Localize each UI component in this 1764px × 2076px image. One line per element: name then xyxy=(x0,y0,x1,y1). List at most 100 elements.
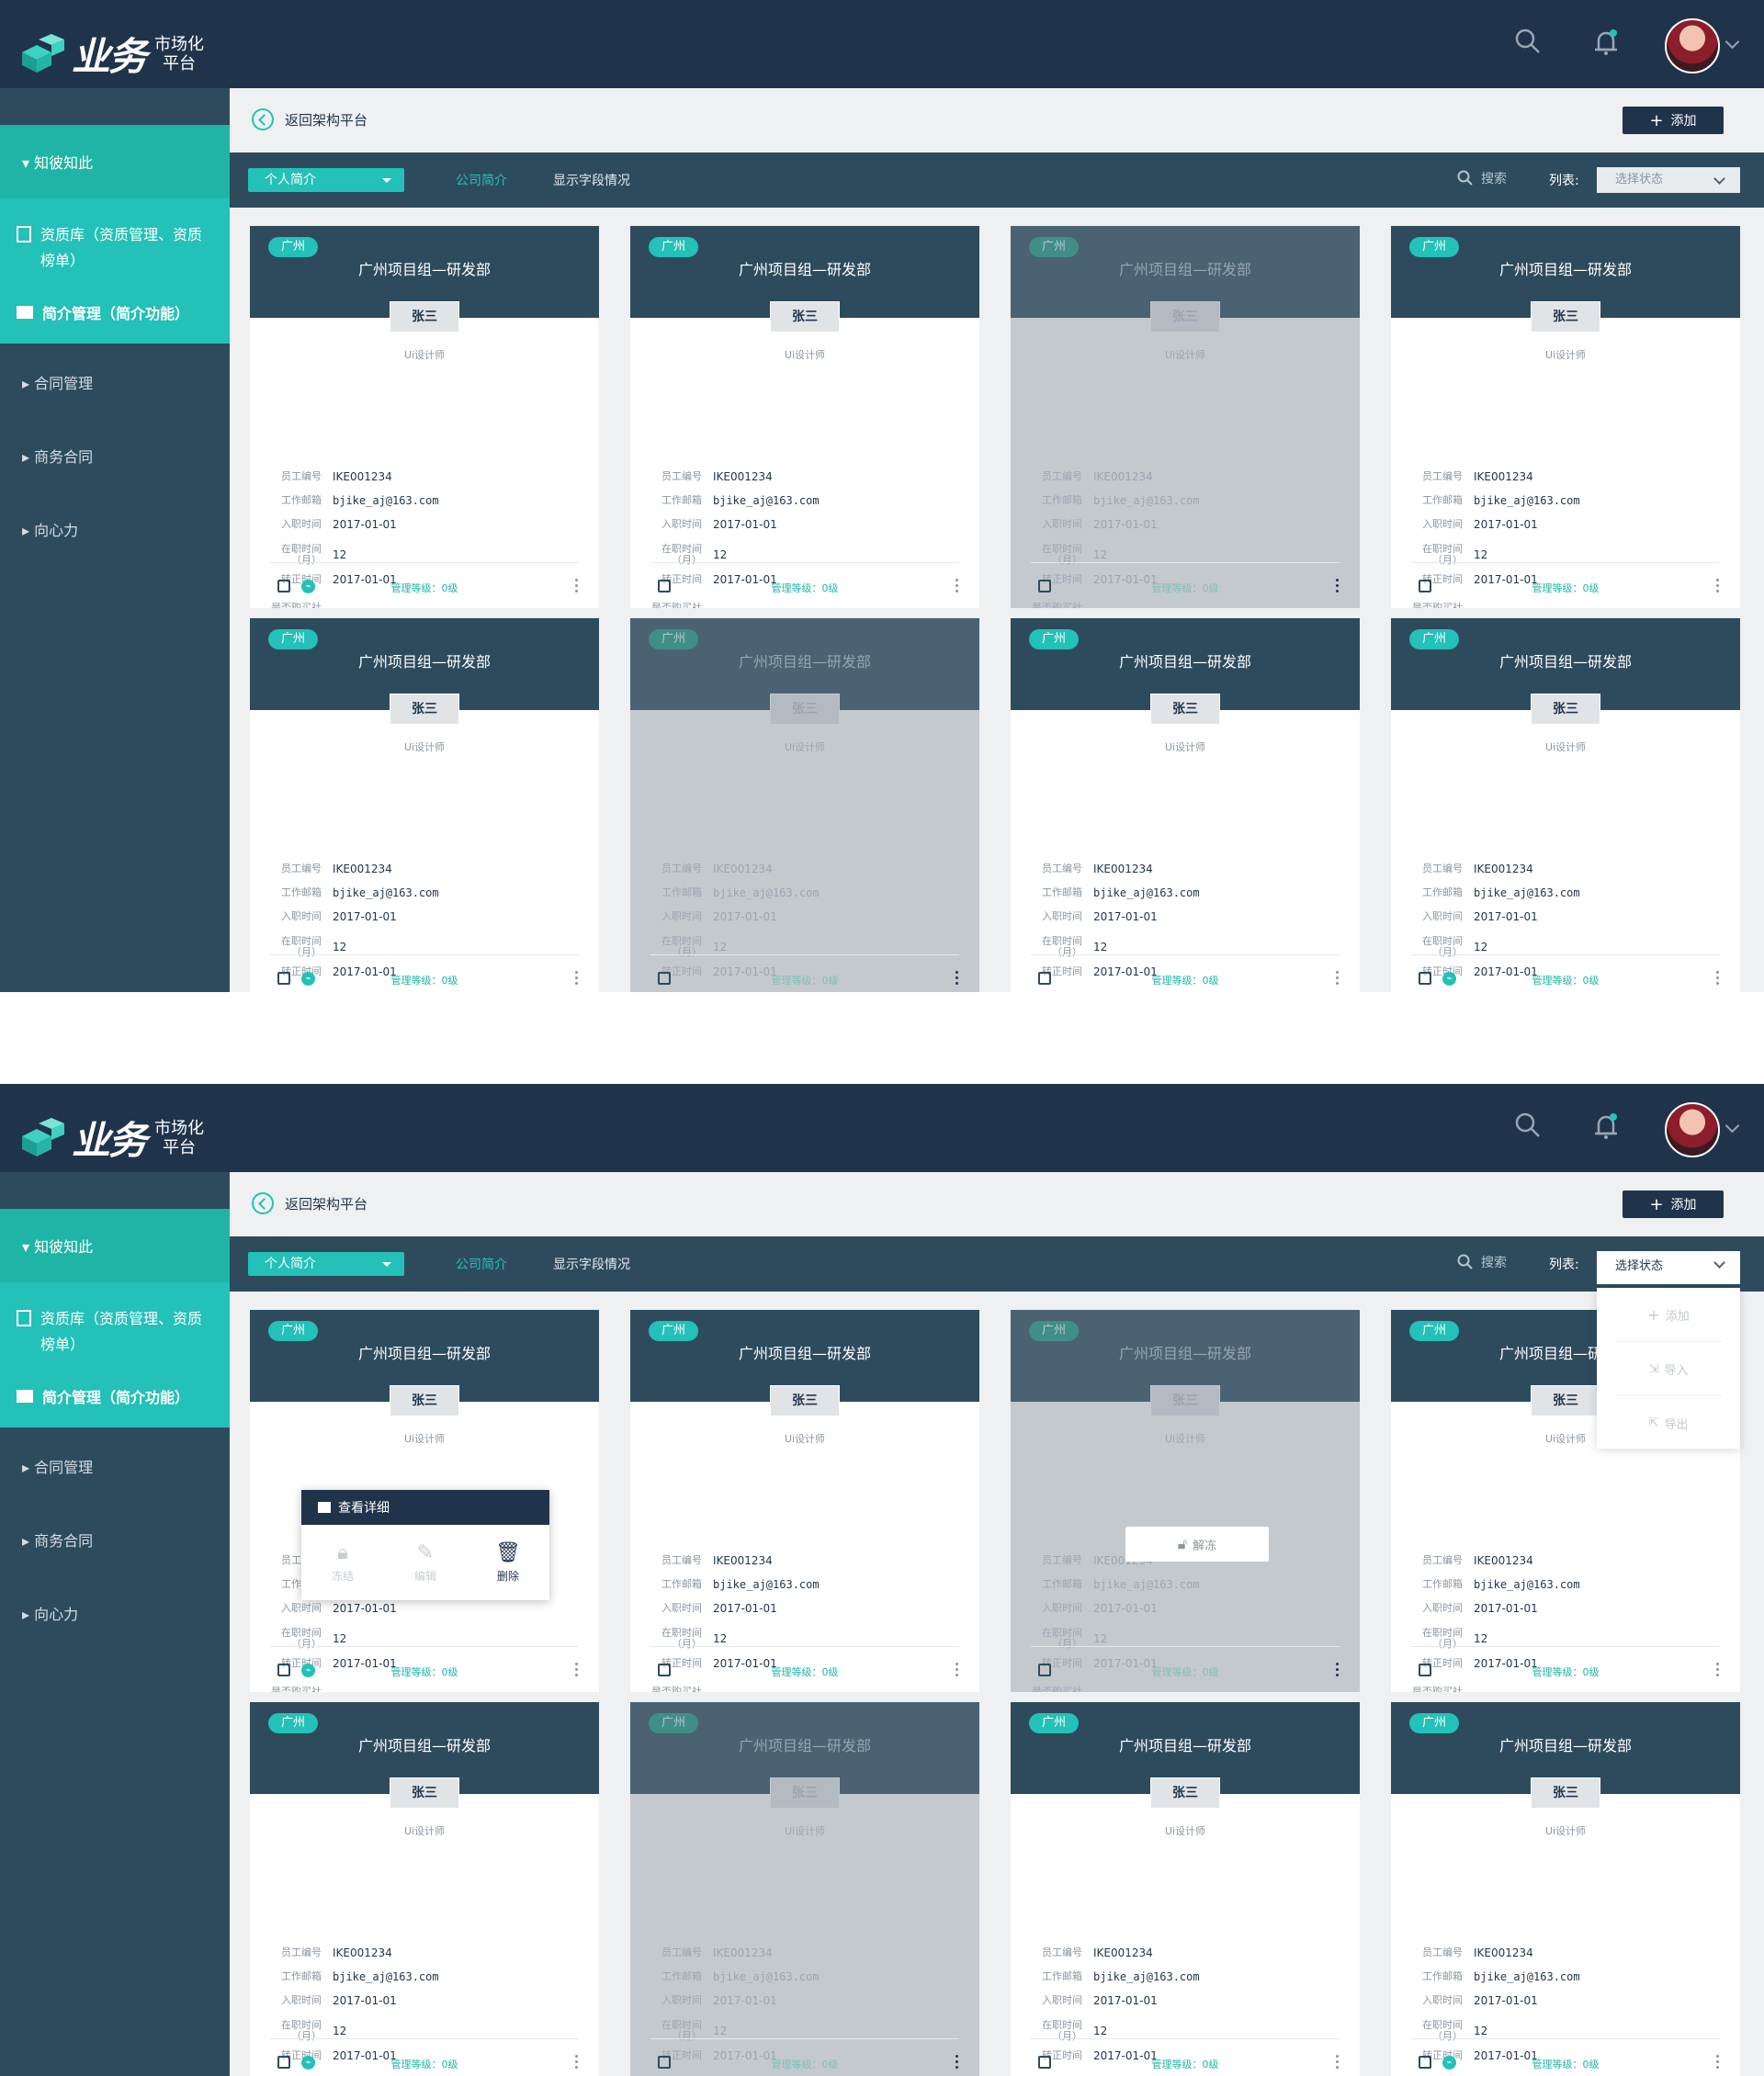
more-icon[interactable] xyxy=(575,1663,579,1679)
employee-card[interactable]: 广州广州项目组—研发部张三Ui设计师员工编号IKE001234工作邮箱bjike… xyxy=(1011,1702,1360,2076)
unfreeze-button[interactable]: 🔓︎ 解冻 xyxy=(1125,1527,1269,1562)
field-value: IKE001234 xyxy=(1093,863,1153,875)
employee-card[interactable]: 广州广州项目组—研发部张三Ui设计师员工编号IKE001234工作邮箱bjike… xyxy=(630,618,979,992)
import-icon: ⇲ xyxy=(1648,1361,1659,1376)
chevron-down-icon[interactable] xyxy=(1724,1118,1740,1134)
more-icon[interactable] xyxy=(1716,579,1720,595)
field-value: IKE001234 xyxy=(1474,863,1533,875)
employee-name: 张三 xyxy=(1150,301,1220,333)
employee-card[interactable]: 广州广州项目组—研发部张三Ui设计师员工编号IKE001234工作邮箱bjike… xyxy=(250,226,599,608)
field-value: bjike_aj@163.com xyxy=(713,1970,820,1983)
search-icon[interactable] xyxy=(1514,28,1542,55)
employee-name: 张三 xyxy=(1531,301,1600,333)
avatar[interactable] xyxy=(1665,18,1720,73)
employee-card[interactable]: 广州广州项目组—研发部张三Ui设计师员工编号IKE001234工作邮箱bjike… xyxy=(1011,226,1360,608)
search-button[interactable]: 搜索 xyxy=(1457,1253,1507,1271)
field-label: 入职时间 xyxy=(1042,1602,1082,1614)
add-button[interactable]: + 添加 xyxy=(1623,107,1724,134)
manage-level: 管理等级：0级 xyxy=(1532,1666,1600,1678)
employee-card[interactable]: 广州广州项目组—研发部张三Ui设计师员工编号IKE001234工作邮箱bjike… xyxy=(1391,226,1740,608)
more-icon[interactable] xyxy=(956,2055,959,2071)
field-row: 员工编号 IKE001234 xyxy=(650,1946,773,1959)
profile-type-select[interactable]: 个人简介 xyxy=(248,168,404,192)
more-icon[interactable] xyxy=(575,971,579,987)
field-row: 员工编号 IKE001234 xyxy=(1411,1554,1533,1567)
bell-icon[interactable] xyxy=(1592,28,1620,57)
sidebar-item-contract[interactable]: ▸ 合同管理 xyxy=(0,1455,230,1477)
more-icon[interactable] xyxy=(1716,971,1720,987)
dropdown-item-import[interactable]: ⇲ 导入 xyxy=(1615,1342,1722,1396)
avatar[interactable] xyxy=(1665,1102,1720,1157)
sidebar-item-business[interactable]: ▸ 商务合同 xyxy=(0,1529,230,1551)
field-value: 12 xyxy=(333,1632,347,1645)
sidebar-item-qualification[interactable]: 资质库（资质管理、资质 榜单） xyxy=(17,222,202,274)
field-value: 2017-01-01 xyxy=(333,910,397,923)
sidebar-item-zhibi[interactable]: ▾ 知彼知此 xyxy=(0,1209,230,1282)
employee-card[interactable]: 广州广州项目组—研发部张三Ui设计师员工编号IKE001234工作邮箱bjike… xyxy=(630,1702,979,2076)
brand-subtitle: 市场化 平台 xyxy=(154,1119,204,1157)
more-icon[interactable] xyxy=(575,579,579,595)
delete-button[interactable]: 🗑︎ 删除 xyxy=(467,1541,549,1584)
profile-type-select[interactable]: 个人简介 xyxy=(248,1252,404,1276)
employee-card[interactable]: 广州广州项目组—研发部张三Ui设计师员工编号IKE001234工作邮箱bjike… xyxy=(1391,618,1740,992)
employee-card[interactable]: 广州广州项目组—研发部张三Ui设计师员工编号IKE001234工作邮箱bjike… xyxy=(1391,1702,1740,2076)
tab-company[interactable]: 公司简介 xyxy=(456,1255,507,1273)
tab-fields[interactable]: 显示字段情况 xyxy=(553,171,630,189)
sidebar-item-profile[interactable]: 简介管理（简介功能） xyxy=(17,1385,189,1407)
manage-level: 管理等级：0级 xyxy=(771,1666,839,1678)
more-icon[interactable] xyxy=(1336,2055,1340,2071)
field-row: 是否购买社保 32 xyxy=(270,602,346,609)
employee-name: 张三 xyxy=(770,1385,840,1416)
sidebar-item-qualification[interactable]: 资质库（资质管理、资质 榜单） xyxy=(17,1306,202,1358)
employee-card[interactable]: 广州广州项目组—研发部张三Ui设计师员工编号IKE001234工作邮箱bjike… xyxy=(250,618,599,992)
employee-card[interactable]: 广州广州项目组—研发部张三Ui设计师员工编号IKE001234工作邮箱bjike… xyxy=(1011,1310,1360,1692)
search-icon[interactable] xyxy=(1514,1111,1542,1139)
back-button[interactable]: 返回架构平台 xyxy=(252,108,368,130)
employee-card[interactable]: 广州广州项目组—研发部张三Ui设计师员工编号IKE001234工作邮箱bjike… xyxy=(250,1702,599,2076)
field-value: IKE001234 xyxy=(1474,470,1533,483)
field-value: 32 xyxy=(333,607,346,608)
dropdown-item-add[interactable]: + 添加 xyxy=(1615,1288,1722,1342)
freeze-button[interactable]: 🔒︎ 冻结 xyxy=(301,1541,384,1584)
sidebar-item-business[interactable]: ▸ 商务合同 xyxy=(0,445,230,467)
employee-role: Ui设计师 xyxy=(784,1433,826,1445)
field-value: IKE001234 xyxy=(1474,1554,1533,1567)
dropdown-item-export[interactable]: ⇱ 导出 xyxy=(1615,1396,1722,1450)
bell-icon[interactable] xyxy=(1592,1111,1620,1141)
more-icon[interactable] xyxy=(956,579,959,595)
sidebar-item-zhibi[interactable]: ▾ 知彼知此 xyxy=(0,125,230,198)
more-icon[interactable] xyxy=(575,2055,579,2071)
field-label: 是否购买社保 xyxy=(271,602,322,609)
status-select[interactable]: 选择状态 xyxy=(1597,167,1740,193)
search-icon xyxy=(1457,1254,1473,1269)
more-icon[interactable] xyxy=(956,1663,959,1679)
field-row: 入职时间 2017-01-01 xyxy=(650,1994,777,2007)
sidebar-item-cohesion[interactable]: ▸ 向心力 xyxy=(0,1602,230,1624)
chevron-down-icon[interactable] xyxy=(1724,34,1740,50)
add-button[interactable]: + 添加 xyxy=(1623,1190,1724,1218)
employee-role: Ui设计师 xyxy=(784,349,826,361)
status-select-open[interactable]: 选择状态 xyxy=(1597,1251,1740,1284)
view-detail-button[interactable]: 查看详细 xyxy=(301,1490,549,1525)
more-icon[interactable] xyxy=(1336,1663,1340,1679)
more-icon[interactable] xyxy=(1336,579,1340,595)
search-button[interactable]: 搜索 xyxy=(1457,169,1507,187)
more-icon[interactable] xyxy=(1716,2055,1720,2071)
more-icon[interactable] xyxy=(1716,1663,1720,1679)
more-icon[interactable] xyxy=(956,971,959,987)
more-icon[interactable] xyxy=(1336,971,1340,987)
field-value: 12 xyxy=(713,1632,728,1645)
tab-fields[interactable]: 显示字段情况 xyxy=(553,1255,630,1273)
field-row: 工作邮箱 bjike_aj@163.com xyxy=(270,494,439,507)
employee-card[interactable]: 广州广州项目组—研发部张三Ui设计师员工编号IKE001234工作邮箱bjike… xyxy=(630,226,979,608)
sidebar-item-contract[interactable]: ▸ 合同管理 xyxy=(0,371,230,393)
edit-button[interactable]: ✎ 编辑 xyxy=(384,1541,467,1584)
tab-company[interactable]: 公司简介 xyxy=(456,171,507,189)
back-button[interactable]: 返回架构平台 xyxy=(252,1192,368,1214)
sidebar-item-cohesion[interactable]: ▸ 向心力 xyxy=(0,518,230,540)
employee-card[interactable]: 广州广州项目组—研发部张三Ui设计师员工编号IKE001234工作邮箱bjike… xyxy=(630,1310,979,1692)
employee-card[interactable]: 广州广州项目组—研发部张三Ui设计师员工编号IKE001234工作邮箱bjike… xyxy=(1011,618,1360,992)
manage-level: 管理等级：0级 xyxy=(771,582,839,594)
field-label: 员工编号 xyxy=(1042,863,1082,874)
sidebar-item-profile[interactable]: 简介管理（简介功能） xyxy=(17,301,189,323)
